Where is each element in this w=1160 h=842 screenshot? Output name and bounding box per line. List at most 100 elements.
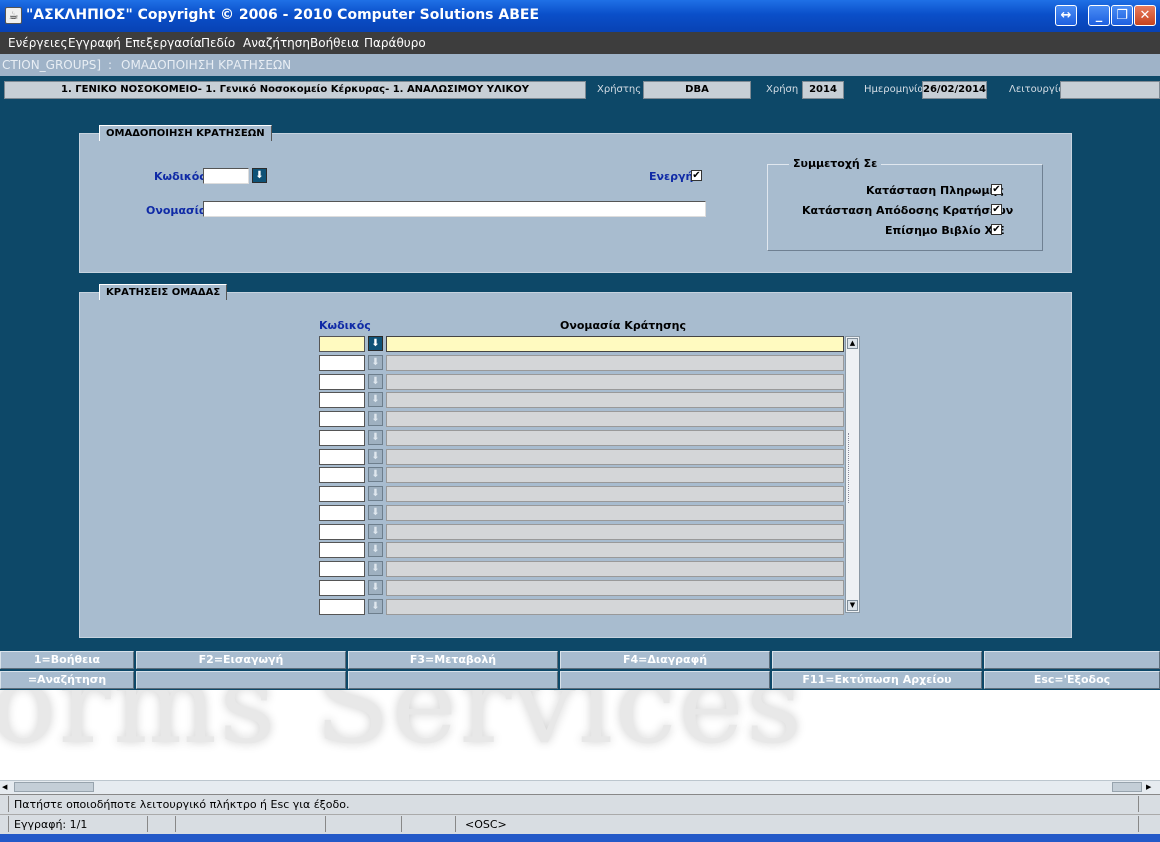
function-label: Λειτουργία bbox=[1009, 84, 1065, 95]
row-code-input[interactable] bbox=[319, 467, 365, 483]
row-code-input[interactable] bbox=[319, 542, 365, 558]
row-lov-button[interactable]: ⬇ bbox=[368, 561, 383, 576]
active-checkbox[interactable]: ✔ bbox=[691, 170, 702, 181]
row-code-input[interactable] bbox=[319, 561, 365, 577]
code-label: Κωδικός bbox=[154, 170, 206, 183]
row-lov-button[interactable]: ⬇ bbox=[368, 524, 383, 539]
official-book-checkbox[interactable]: ✔ bbox=[991, 224, 1002, 235]
row-code-input[interactable] bbox=[319, 486, 365, 502]
fkey-print-file[interactable]: F11=Εκτύπωση Αρχείου bbox=[772, 671, 982, 689]
row-code-input[interactable] bbox=[319, 580, 365, 596]
row-name-field[interactable] bbox=[386, 392, 844, 408]
fkey-insert[interactable]: F2=Εισαγωγή bbox=[136, 651, 346, 669]
user-label: Χρήστης bbox=[597, 84, 642, 95]
java-cup-icon: ☕ bbox=[5, 7, 22, 24]
restore-icon: ❐ bbox=[1116, 8, 1128, 23]
row-lov-button[interactable]: ⬇ bbox=[368, 449, 383, 464]
user-display: DBA bbox=[643, 81, 751, 99]
scroll-right-icon[interactable]: ▶ bbox=[1146, 782, 1156, 792]
row-name-field[interactable] bbox=[386, 542, 844, 558]
code-input[interactable] bbox=[203, 168, 249, 184]
minimize-button[interactable]: _ bbox=[1088, 5, 1110, 26]
menu-actions[interactable]: Ενέργειες bbox=[8, 36, 68, 50]
row-name-field[interactable] bbox=[386, 430, 844, 446]
horizontal-scrollbar[interactable]: ◀ ▶ bbox=[0, 780, 1160, 794]
resize-arrows-button[interactable]: ↔ bbox=[1055, 5, 1077, 26]
row-lov-button[interactable]: ⬇ bbox=[368, 505, 383, 520]
payment-status-checkbox[interactable]: ✔ bbox=[991, 184, 1002, 195]
row-lov-button[interactable]: ⬇ bbox=[368, 392, 383, 407]
row-name-field[interactable] bbox=[386, 355, 844, 371]
row-lov-button[interactable]: ⬇ bbox=[368, 411, 383, 426]
date-display: 26/02/2014 bbox=[922, 81, 987, 99]
fkey-exit[interactable]: Esc='Εξοδος bbox=[984, 671, 1160, 689]
row-code-input[interactable] bbox=[319, 411, 365, 427]
code-lov-button[interactable]: ⬇ bbox=[252, 168, 267, 183]
fkey-search[interactable]: =Αναζήτηση bbox=[0, 671, 134, 689]
participation-title: Συμμετοχή Σε bbox=[789, 157, 882, 170]
row-name-field[interactable] bbox=[386, 505, 844, 521]
close-button[interactable]: ✕ bbox=[1134, 5, 1156, 26]
fkey-modify[interactable]: F3=Μεταβολή bbox=[348, 651, 558, 669]
fkey-empty-4[interactable] bbox=[348, 671, 558, 689]
fkey-empty-1[interactable] bbox=[772, 651, 982, 669]
close-icon: ✕ bbox=[1139, 8, 1151, 23]
row-lov-button[interactable]: ⬇ bbox=[368, 336, 383, 351]
row-lov-button[interactable]: ⬇ bbox=[368, 430, 383, 445]
table-scrollbar[interactable]: ▲ ▼ bbox=[845, 336, 860, 613]
group-header-title: ΟΜΑΔΟΠΟΙΗΣΗ ΚΡΑΤΗΣΕΩΝ bbox=[99, 125, 272, 141]
row-lov-button[interactable]: ⬇ bbox=[368, 580, 383, 595]
col-header-code: Κωδικός bbox=[319, 319, 371, 332]
fkey-help[interactable]: 1=Βοήθεια bbox=[0, 651, 134, 669]
menu-window[interactable]: Παράθυρο bbox=[364, 36, 426, 50]
row-code-input[interactable] bbox=[319, 449, 365, 465]
row-lov-button[interactable]: ⬇ bbox=[368, 355, 383, 370]
menu-edit[interactable]: Επεξεργασία bbox=[125, 36, 202, 50]
scroll-thumb-grip[interactable] bbox=[848, 433, 857, 503]
organization-display: 1. ΓΕΝΙΚΟ ΝΟΣΟΚΟΜΕΙΟ- 1. Γενικό Νοσοκομε… bbox=[4, 81, 586, 99]
row-name-field[interactable] bbox=[386, 336, 844, 352]
row-code-input[interactable] bbox=[319, 374, 365, 390]
row-name-field[interactable] bbox=[386, 599, 844, 615]
fkey-empty-5[interactable] bbox=[560, 671, 770, 689]
row-name-field[interactable] bbox=[386, 580, 844, 596]
name-input[interactable] bbox=[203, 201, 706, 217]
fkey-empty-3[interactable] bbox=[136, 671, 346, 689]
menu-record[interactable]: Εγγραφή bbox=[68, 36, 121, 50]
title-bar: ☕ "ΑΣΚΛΗΠΙΟΣ" Copyright © 2006 - 2010 Co… bbox=[0, 0, 1160, 32]
fkey-delete[interactable]: F4=Διαγραφή bbox=[560, 651, 770, 669]
window-title: "ΑΣΚΛΗΠΙΟΣ" Copyright © 2006 - 2010 Comp… bbox=[26, 7, 540, 23]
scroll-left-icon[interactable]: ◀ bbox=[2, 782, 12, 792]
withholding-status-checkbox[interactable]: ✔ bbox=[991, 204, 1002, 215]
row-code-input[interactable] bbox=[319, 524, 365, 540]
row-name-field[interactable] bbox=[386, 374, 844, 390]
horizontal-scroll-thumb[interactable] bbox=[14, 782, 94, 792]
menu-field[interactable]: Πεδίο bbox=[201, 36, 235, 50]
row-code-input[interactable] bbox=[319, 355, 365, 371]
scroll-up-icon[interactable]: ▲ bbox=[847, 338, 858, 349]
row-lov-button[interactable]: ⬇ bbox=[368, 467, 383, 482]
row-lov-button[interactable]: ⬇ bbox=[368, 542, 383, 557]
row-lov-button[interactable]: ⬇ bbox=[368, 486, 383, 501]
row-lov-button[interactable]: ⬇ bbox=[368, 599, 383, 614]
menu-search[interactable]: Αναζήτηση bbox=[243, 36, 310, 50]
download-arrow-icon: ⬇ bbox=[255, 170, 264, 181]
name-label: Ονομασία bbox=[146, 204, 207, 217]
row-code-input[interactable] bbox=[319, 336, 365, 352]
row-name-field[interactable] bbox=[386, 411, 844, 427]
row-code-input[interactable] bbox=[319, 599, 365, 615]
row-code-input[interactable] bbox=[319, 392, 365, 408]
row-name-field[interactable] bbox=[386, 449, 844, 465]
row-lov-button[interactable]: ⬇ bbox=[368, 374, 383, 389]
fkey-empty-2[interactable] bbox=[984, 651, 1160, 669]
scroll-down-icon[interactable]: ▼ bbox=[847, 600, 858, 611]
restore-button[interactable]: ❐ bbox=[1111, 5, 1133, 26]
menu-help[interactable]: Βοήθεια bbox=[310, 36, 359, 50]
row-code-input[interactable] bbox=[319, 505, 365, 521]
row-name-field[interactable] bbox=[386, 467, 844, 483]
row-code-input[interactable] bbox=[319, 430, 365, 446]
row-name-field[interactable] bbox=[386, 486, 844, 502]
status-info-bar: Εγγραφή: 1/1 <OSC> bbox=[0, 814, 1160, 834]
row-name-field[interactable] bbox=[386, 524, 844, 540]
row-name-field[interactable] bbox=[386, 561, 844, 577]
